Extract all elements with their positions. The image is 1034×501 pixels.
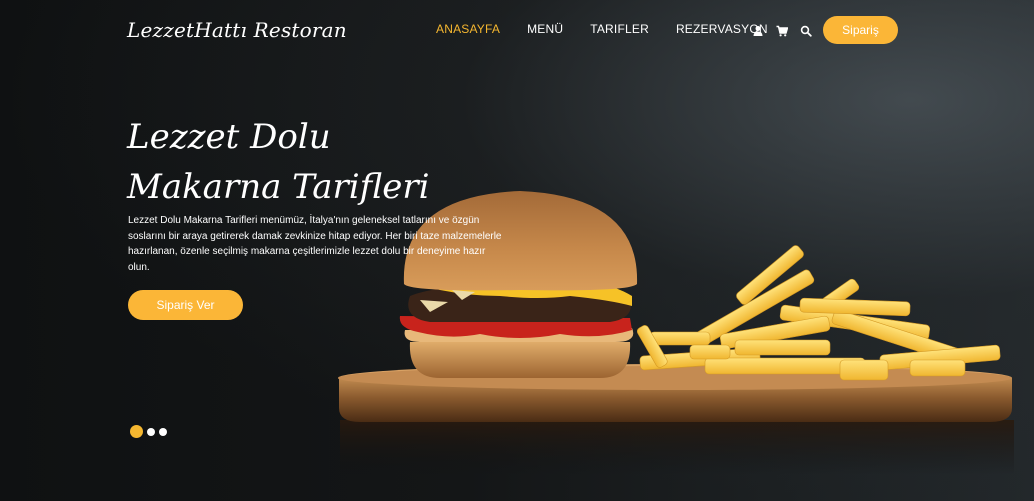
order-now-button[interactable]: Sipariş Ver (128, 290, 243, 320)
nav-item-anasayfa[interactable]: ANASAYFA (436, 22, 500, 36)
slider-dot-3[interactable] (159, 427, 167, 436)
slider-dots (130, 425, 167, 438)
search-icon[interactable] (800, 22, 812, 37)
main-nav: ANASAYFA MENÜ TARIFLER REZERVASYON (436, 22, 795, 36)
order-button[interactable]: Sipariş (823, 16, 898, 44)
hero-description: Lezzet Dolu Makarna Tarifleri menümüz, İ… (128, 215, 502, 273)
hero-section: LezzetHattı Restoran ANASAYFA MENÜ TARIF… (0, 0, 1034, 501)
nav-item-menu[interactable]: MENÜ (527, 22, 563, 36)
slider-dot-1[interactable] (130, 425, 143, 438)
hero-title: Lezzet Dolu Makarna Tarifleri (127, 117, 430, 207)
brand-logo[interactable]: LezzetHattı Restoran (127, 18, 347, 42)
nav-item-tarifler[interactable]: TARIFLER (590, 22, 649, 36)
slider-dot-2[interactable] (147, 427, 155, 436)
user-icon[interactable] (752, 22, 764, 36)
nav-icons (752, 22, 812, 37)
cart-icon[interactable] (776, 22, 789, 37)
